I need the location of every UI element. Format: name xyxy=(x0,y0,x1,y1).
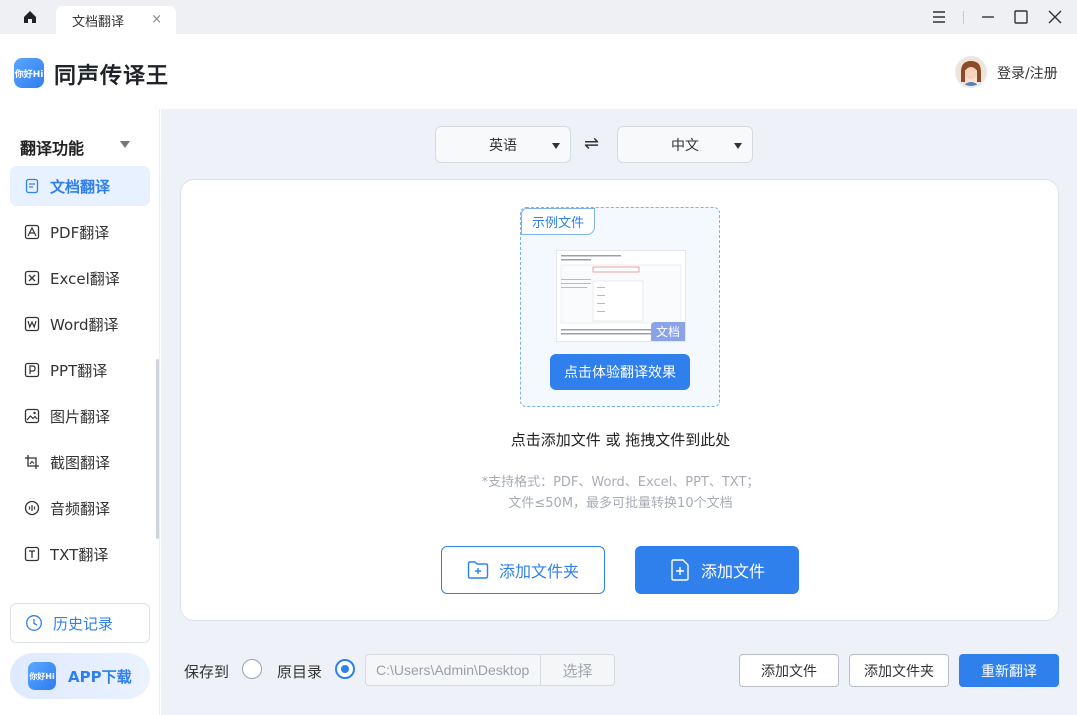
bottom-add-file-button[interactable]: 添加文件 xyxy=(739,654,839,687)
sidebar-item-label: 音频翻译 xyxy=(50,499,111,518)
sidebar-item-excel[interactable]: Excel翻译 xyxy=(10,258,150,298)
save-custom-path-radio[interactable] xyxy=(335,659,355,679)
title-bar: 文档翻译 × xyxy=(0,0,1077,34)
clock-icon xyxy=(25,614,43,632)
sidebar-item-screenshot[interactable]: 截图翻译 xyxy=(10,442,150,482)
file-limits: 文件≤50M，最多可批量转换10个文档 xyxy=(508,496,733,511)
sidebar-item-label: PDF翻译 xyxy=(50,223,110,242)
maximize-icon xyxy=(1014,10,1028,24)
sidebar-item-label: 文档翻译 xyxy=(50,177,111,196)
source-language-value: 英语 xyxy=(489,137,517,154)
sidebar-item-word[interactable]: Word翻译 xyxy=(10,304,150,344)
sidebar-item-label: PPT翻译 xyxy=(50,361,108,380)
sidebar-item-label: Word翻译 xyxy=(50,315,119,334)
target-language-select[interactable]: 中文 xyxy=(617,126,753,163)
avatar[interactable] xyxy=(955,56,987,88)
bottom-add-folder-button[interactable]: 添加文件夹 xyxy=(849,654,949,687)
sidebar-item-pdf[interactable]: PDF翻译 xyxy=(10,212,150,252)
word-icon xyxy=(24,316,40,332)
close-button[interactable] xyxy=(1043,6,1067,28)
close-icon xyxy=(1048,10,1062,24)
file-add-icon xyxy=(669,559,691,581)
app-name: 同声传译王 xyxy=(54,64,170,89)
tab-document-translate[interactable]: 文档翻译 × xyxy=(56,6,176,34)
logo-text: 你好Hi xyxy=(14,69,44,80)
history-label: 历史记录 xyxy=(53,614,114,633)
save-to-label: 保存到 xyxy=(184,663,230,681)
add-folder-label: 添加文件夹 xyxy=(498,562,579,581)
sidebar-item-label: Excel翻译 xyxy=(50,269,120,288)
sample-document-thumbnail: 文档 xyxy=(556,250,686,342)
sidebar-item-label: 截图翻译 xyxy=(50,453,111,472)
document-icon xyxy=(24,178,40,194)
app-logo: 你好Hi xyxy=(14,58,44,88)
minimize-button[interactable] xyxy=(976,6,1000,28)
try-translation-button[interactable]: 点击体验翻译效果 xyxy=(550,354,690,390)
output-path-field[interactable]: C:\Users\Admin\Desktop xyxy=(365,654,541,686)
txt-icon xyxy=(24,546,40,562)
drop-hint: 点击添加文件 或 拖拽文件到此处 xyxy=(510,431,731,449)
excel-icon xyxy=(24,270,40,286)
screenshot-icon xyxy=(24,454,40,470)
tab-close-icon[interactable]: × xyxy=(151,12,162,27)
choose-path-button[interactable]: 选择 xyxy=(540,654,615,686)
sidebar-item-ppt[interactable]: PPT翻译 xyxy=(10,350,150,390)
sidebar-item-label: 图片翻译 xyxy=(50,407,111,426)
menu-icon xyxy=(933,11,945,23)
app-logo-icon: 你好Hi xyxy=(28,662,56,690)
sidebar-item-audio[interactable]: 音频翻译 xyxy=(10,488,150,528)
home-icon xyxy=(24,11,36,23)
sample-file-card[interactable]: 示例文件 文档 点击体验翻译效果 xyxy=(520,207,720,407)
add-file-label: 添加文件 xyxy=(700,562,765,581)
pdf-icon xyxy=(24,224,40,240)
sidebar-scrollbar[interactable] xyxy=(156,359,159,539)
title-divider xyxy=(963,11,964,24)
caret-down-icon xyxy=(552,143,560,149)
sidebar-item-image[interactable]: 图片翻译 xyxy=(10,396,150,436)
avatar-icon xyxy=(957,58,985,86)
tab-label: 文档翻译 xyxy=(72,14,125,30)
target-language-value: 中文 xyxy=(671,137,699,154)
login-register-link[interactable]: 登录/注册 xyxy=(997,63,1058,83)
document-badge: 文档 xyxy=(650,322,685,341)
image-icon xyxy=(24,408,40,424)
chevron-down-icon[interactable] xyxy=(120,141,130,148)
retranslate-button[interactable]: 重新翻译 xyxy=(959,654,1059,687)
upload-panel[interactable]: 示例文件 文档 点击体验翻译效果 点击添加文件 或 拖拽文件到此处 *支持格式：… xyxy=(180,179,1059,621)
app-download-label: APP下载 xyxy=(68,667,132,686)
main-area: 英语 ⇌ 中文 示例文件 文档 点击体验翻译效果 点击添加文件 或 拖拽文件到此… xyxy=(161,109,1077,715)
sample-file-tag: 示例文件 xyxy=(521,208,596,235)
audio-icon xyxy=(24,500,40,516)
sidebar-title: 翻译功能 xyxy=(20,139,85,158)
swap-languages-icon[interactable]: ⇌ xyxy=(584,133,599,154)
sidebar-item-label: TXT翻译 xyxy=(50,545,109,564)
caret-down-icon xyxy=(734,143,742,149)
history-button[interactable]: 历史记录 xyxy=(10,603,150,643)
add-folder-button[interactable]: 添加文件夹 xyxy=(441,546,605,594)
sidebar-item-txt[interactable]: TXT翻译 xyxy=(10,534,150,574)
minimize-icon xyxy=(982,16,994,18)
sidebar: 翻译功能 文档翻译 PDF翻译 Excel翻译 Word翻译 PPT翻译 图片翻… xyxy=(0,109,160,715)
app-download-button[interactable]: 你好Hi APP下载 xyxy=(10,653,150,699)
logo-text: 你好Hi xyxy=(29,671,55,681)
maximize-button[interactable] xyxy=(1009,6,1033,28)
original-dir-label: 原目录 xyxy=(277,663,323,681)
menu-button[interactable] xyxy=(927,6,951,28)
supported-formats: *支持格式：PDF、Word、Excel、PPT、TXT； xyxy=(481,475,760,490)
add-file-button[interactable]: 添加文件 xyxy=(635,546,799,594)
folder-add-icon xyxy=(467,559,489,581)
app-header: 你好Hi 同声传译王 登录/注册 xyxy=(0,34,1077,109)
source-language-select[interactable]: 英语 xyxy=(435,126,571,163)
sidebar-item-document[interactable]: 文档翻译 xyxy=(10,166,150,206)
ppt-icon xyxy=(24,362,40,378)
home-button[interactable] xyxy=(16,6,44,28)
save-custom-radio[interactable] xyxy=(242,659,262,679)
